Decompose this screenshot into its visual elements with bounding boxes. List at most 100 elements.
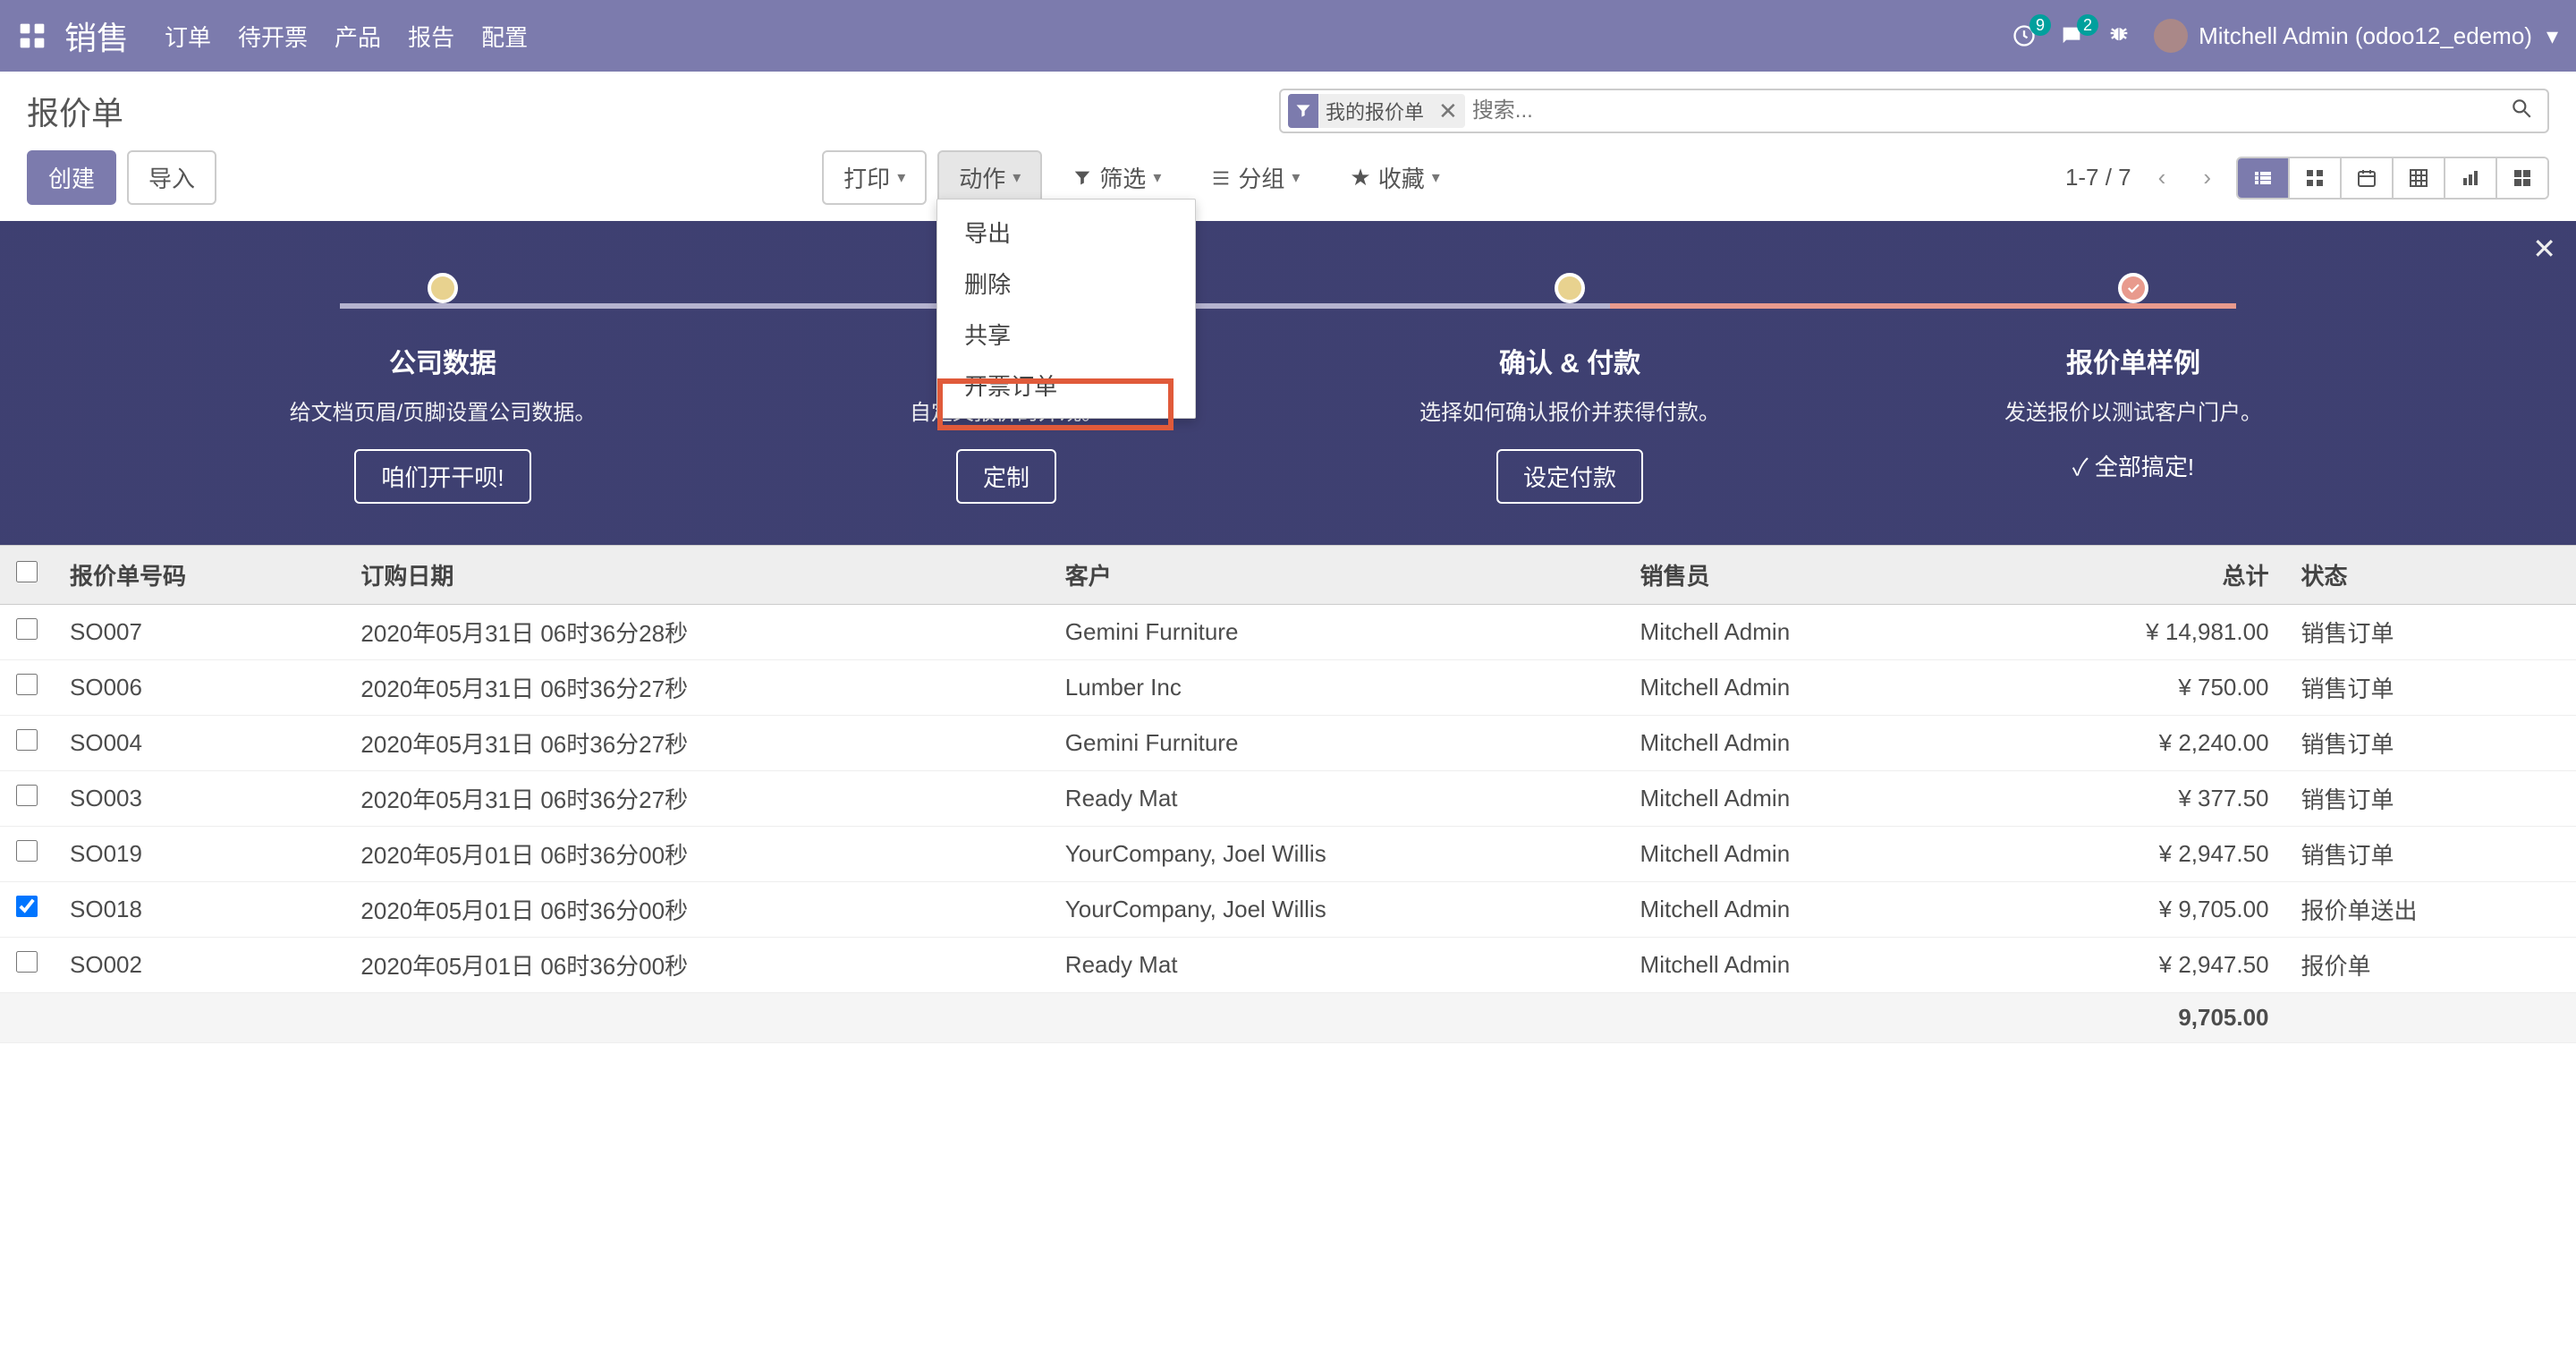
avatar (2154, 19, 2188, 53)
filter-dropdown[interactable]: 筛选 ▾ (1053, 150, 1181, 205)
apps-icon[interactable] (18, 21, 47, 50)
step-button-payment[interactable]: 设定付款 (1496, 449, 1643, 504)
view-list[interactable] (2238, 158, 2290, 198)
step-circle (428, 273, 458, 303)
search-box[interactable]: 我的报价单 ✕ (1279, 89, 2549, 133)
step-desc: 发送报价以测试客户门户。 (1852, 395, 2415, 426)
view-pivot[interactable] (2394, 158, 2445, 198)
view-activity[interactable] (2497, 158, 2547, 198)
search-icon[interactable] (2503, 97, 2540, 126)
user-menu[interactable]: Mitchell Admin (odoo12_edemo) ▾ (2154, 19, 2558, 53)
cell-customer: YourCompany, Joel Willis (1049, 827, 1624, 882)
highlight-box (937, 378, 1174, 430)
activity-icon[interactable]: 9 (2012, 23, 2037, 48)
menu-products[interactable]: 产品 (335, 20, 381, 53)
table-row[interactable]: SO004 2020年05月31日 06时36分27秒 Gemini Furni… (0, 716, 2576, 771)
action-label: 动作 (959, 161, 1005, 194)
step-circle (1555, 273, 1585, 303)
row-checkbox[interactable] (16, 951, 38, 973)
menu-config[interactable]: 配置 (481, 20, 528, 53)
row-checkbox[interactable] (16, 729, 38, 751)
cell-customer: Gemini Furniture (1049, 605, 1624, 660)
facet-remove[interactable]: ✕ (1431, 98, 1465, 125)
step-title: 公司数据 (161, 341, 724, 380)
debug-icon[interactable] (2106, 21, 2131, 52)
col-salesperson[interactable]: 销售员 (1624, 546, 1981, 605)
onboarding-step-4: 报价单样例 发送报价以测试客户门户。 ✓ 全部搞定! (1852, 273, 2415, 504)
action-export[interactable]: 导出 (937, 207, 1195, 258)
cell-quote-no: SO018 (54, 882, 344, 938)
table-row[interactable]: SO002 2020年05月01日 06时36分00秒 Ready Mat Mi… (0, 938, 2576, 993)
row-checkbox[interactable] (16, 840, 38, 862)
col-status[interactable]: 状态 (2285, 546, 2576, 605)
list-icon (1211, 168, 1231, 188)
favorite-dropdown[interactable]: ★ 收藏 ▾ (1330, 150, 1459, 205)
step-button-template[interactable]: 定制 (956, 449, 1056, 504)
table-row[interactable]: SO007 2020年05月31日 06时36分28秒 Gemini Furni… (0, 605, 2576, 660)
chevron-down-icon: ▾ (897, 168, 905, 187)
row-checkbox[interactable] (16, 674, 38, 695)
col-date[interactable]: 订购日期 (344, 546, 1048, 605)
cell-customer: Lumber Inc (1049, 660, 1624, 716)
chevron-down-icon: ▾ (1432, 168, 1440, 187)
cell-salesperson: Mitchell Admin (1624, 605, 1981, 660)
cell-customer: Gemini Furniture (1049, 716, 1624, 771)
action-delete[interactable]: 删除 (937, 258, 1195, 309)
col-quote-no[interactable]: 报价单号码 (54, 546, 344, 605)
cell-date: 2020年05月01日 06时36分00秒 (344, 882, 1048, 938)
step-circle-done (2118, 273, 2148, 303)
cell-total: ¥ 377.50 (1981, 771, 2285, 827)
step-button-company[interactable]: 咱们开干呗! (354, 449, 530, 504)
table-row[interactable]: SO018 2020年05月01日 06时36分00秒 YourCompany,… (0, 882, 2576, 938)
chevron-down-icon: ▾ (1013, 168, 1021, 187)
app-name[interactable]: 销售 (64, 13, 129, 59)
print-label: 打印 (843, 161, 890, 194)
chat-icon[interactable]: 2 (2059, 23, 2084, 48)
cell-status: 销售订单 (2285, 716, 2576, 771)
view-graph[interactable] (2445, 158, 2497, 198)
group-dropdown[interactable]: 分组 ▾ (1191, 150, 1319, 205)
view-kanban[interactable] (2290, 158, 2342, 198)
cell-date: 2020年05月31日 06时36分27秒 (344, 660, 1048, 716)
import-button[interactable]: 导入 (127, 150, 216, 205)
pager-prev[interactable]: ‹ (2148, 158, 2177, 197)
cell-quote-no: SO007 (54, 605, 344, 660)
view-switcher (2236, 157, 2549, 200)
cell-customer: Ready Mat (1049, 771, 1624, 827)
row-checkbox[interactable] (16, 785, 38, 806)
table-row[interactable]: SO019 2020年05月01日 06时36分00秒 YourCompany,… (0, 827, 2576, 882)
action-dropdown-menu: 导出 删除 共享 开票订单 (936, 199, 1196, 419)
row-checkbox[interactable] (16, 896, 38, 917)
cell-total: ¥ 14,981.00 (1981, 605, 2285, 660)
cell-customer: Ready Mat (1049, 938, 1624, 993)
cell-total: ¥ 2,947.50 (1981, 827, 2285, 882)
print-dropdown[interactable]: 打印 ▾ (822, 150, 927, 205)
create-button[interactable]: 创建 (27, 150, 116, 205)
row-checkbox[interactable] (16, 618, 38, 640)
cell-status: 销售订单 (2285, 827, 2576, 882)
step-done: ✓ 全部搞定! (1852, 449, 2415, 482)
action-share[interactable]: 共享 (937, 309, 1195, 360)
menu-report[interactable]: 报告 (408, 20, 454, 53)
col-total[interactable]: 总计 (1981, 546, 2285, 605)
cell-date: 2020年05月01日 06时36分00秒 (344, 827, 1048, 882)
activity-badge: 9 (2029, 14, 2051, 36)
table-row[interactable]: SO003 2020年05月31日 06时36分27秒 Ready Mat Mi… (0, 771, 2576, 827)
pager-text: 1-7 / 7 (2065, 164, 2131, 191)
select-all-checkbox[interactable] (16, 561, 38, 582)
nav-menu: 订单 待开票 产品 报告 配置 (165, 20, 528, 53)
cell-date: 2020年05月31日 06时36分28秒 (344, 605, 1048, 660)
menu-orders[interactable]: 订单 (165, 20, 211, 53)
cell-quote-no: SO019 (54, 827, 344, 882)
action-dropdown[interactable]: 动作 ▾ (937, 150, 1042, 205)
table-row[interactable]: SO006 2020年05月31日 06时36分27秒 Lumber Inc M… (0, 660, 2576, 716)
search-input[interactable] (1465, 95, 2503, 127)
view-calendar[interactable] (2342, 158, 2394, 198)
cell-total: ¥ 9,705.00 (1981, 882, 2285, 938)
filter-label: 筛选 (1099, 161, 1146, 194)
chevron-down-icon: ▾ (2546, 22, 2558, 50)
col-customer[interactable]: 客户 (1049, 546, 1624, 605)
pager-next[interactable]: › (2192, 158, 2222, 197)
cell-date: 2020年05月31日 06时36分27秒 (344, 771, 1048, 827)
menu-to-invoice[interactable]: 待开票 (238, 20, 308, 53)
